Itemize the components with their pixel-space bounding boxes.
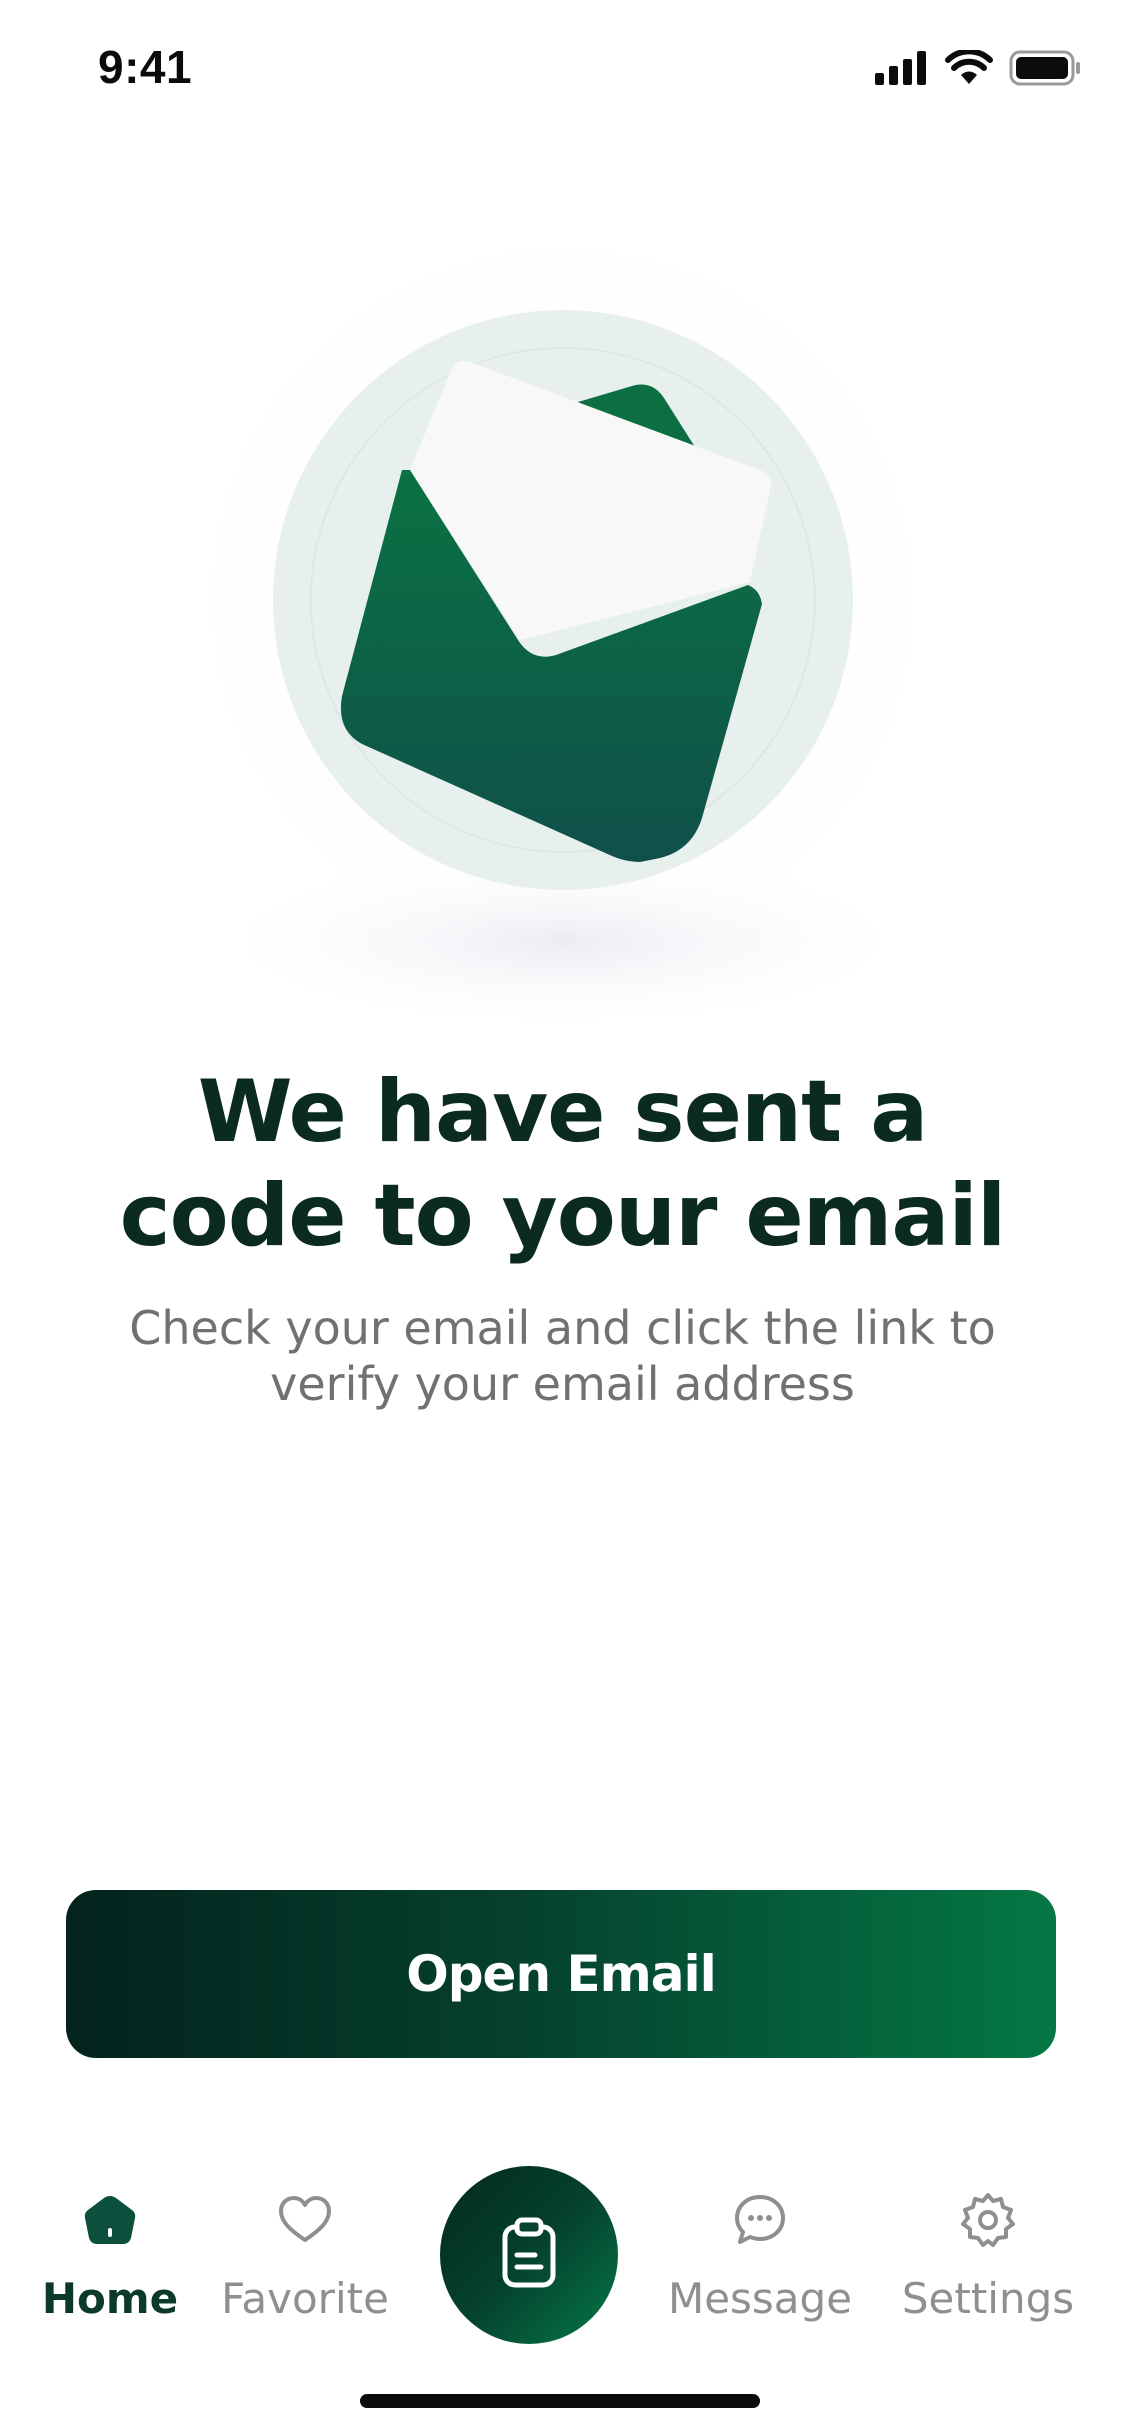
page-subtitle-line-2: verify your email address [270, 1357, 855, 1411]
tab-favorite-label: Favorite [221, 2274, 389, 2323]
email-illustration [0, 0, 1125, 1060]
tab-message-label: Message [667, 2274, 853, 2323]
tab-settings-label: Settings [901, 2274, 1075, 2323]
heart-icon [275, 2190, 335, 2250]
open-envelope-icon [133, 170, 993, 1030]
page-title-line-2: code to your email [119, 1166, 1007, 1266]
home-indicator[interactable] [360, 2394, 760, 2408]
page-subtitle: Check your email and click the link to v… [0, 1300, 1125, 1412]
tab-home-label: Home [41, 2274, 179, 2323]
page-subtitle-line-1: Check your email and click the link to [129, 1301, 996, 1355]
tab-home[interactable]: Home [10, 2190, 210, 2323]
open-email-button[interactable]: Open Email [66, 1890, 1056, 2058]
tab-favorite[interactable]: Favorite [205, 2190, 405, 2323]
clipboard-icon [497, 2217, 561, 2294]
gear-icon [958, 2190, 1018, 2250]
center-action-button[interactable] [440, 2166, 618, 2344]
page-title: We have sent a code to your email [0, 1060, 1125, 1268]
home-icon [80, 2190, 140, 2250]
tab-settings[interactable]: Settings [888, 2190, 1088, 2323]
tab-message[interactable]: Message [660, 2190, 860, 2323]
chat-bubble-icon [730, 2190, 790, 2250]
page-title-line-1: We have sent a [197, 1062, 928, 1162]
